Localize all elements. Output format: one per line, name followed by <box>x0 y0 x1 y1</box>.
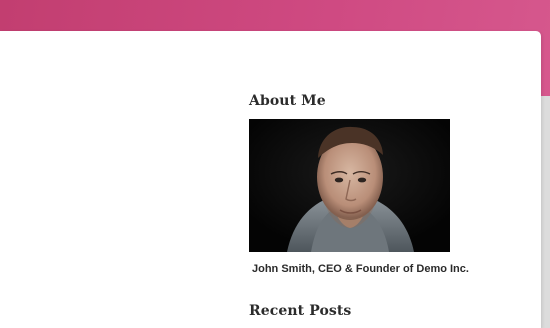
portrait-photo-icon <box>249 119 450 252</box>
profile-caption: John Smith, CEO & Founder of Demo Inc. <box>252 263 469 275</box>
page-background: About Me John Smith, CEO & Founder of De… <box>0 0 550 328</box>
about-me-title: About Me <box>249 93 326 109</box>
profile-photo <box>249 119 450 252</box>
recent-posts-title: Recent Posts <box>249 303 352 319</box>
content-card: About Me John Smith, CEO & Founder of De… <box>0 31 541 328</box>
